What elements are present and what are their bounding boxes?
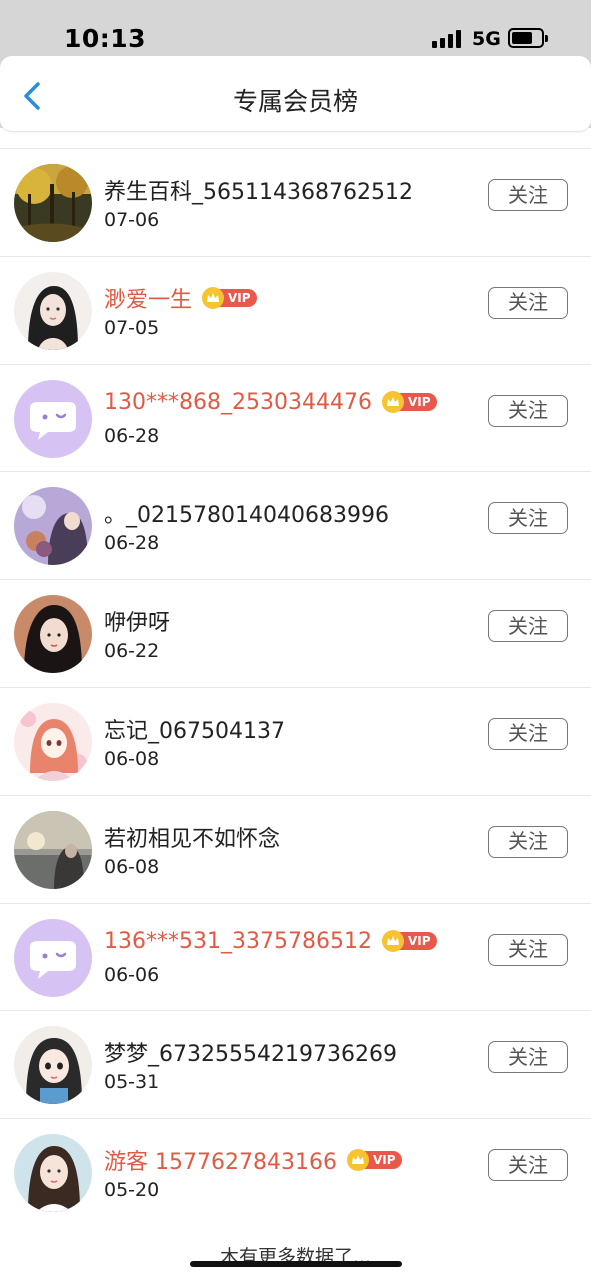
user-name[interactable]: 养生百科_565114368762512 (104, 174, 413, 206)
name-line: 养生百科_565114368762512 (104, 174, 413, 206)
list-item[interactable]: 136***531_3375786512 VIP 06-06 关注 (0, 902, 591, 1011)
user-name[interactable]: 渺爱一生 (104, 282, 192, 314)
member-list[interactable]: 养生百科_565114368762512 07-06 关注 渺爱一生 VIP 07-05 关… (0, 128, 591, 1280)
list-item[interactable]: 养生百科_565114368762512 07-06 关注 (0, 148, 591, 256)
vip-badge: VIP (346, 1149, 402, 1172)
name-line: 130***868_2530344476 VIP (104, 390, 437, 415)
follow-button[interactable]: 关注 (488, 933, 568, 966)
list-item[interactable]: 游客 1577627843166 VIP 05-20 关注 (0, 1118, 591, 1226)
crown-icon (381, 391, 404, 414)
follow-button[interactable]: 关注 (488, 610, 568, 643)
user-name[interactable]: 。_021578014040683996 (104, 497, 389, 529)
avatar[interactable] (14, 918, 92, 997)
status-time: 10:13 (64, 24, 147, 53)
avatar[interactable] (14, 702, 92, 781)
follow-button[interactable]: 关注 (488, 717, 568, 750)
list-item[interactable]: 梦梦_67325554219736269 05-31 关注 (0, 1010, 591, 1118)
follow-button[interactable]: 关注 (488, 394, 568, 427)
name-line: 136***531_3375786512 VIP (104, 929, 437, 954)
follow-button[interactable]: 关注 (488, 1149, 568, 1182)
follow-button[interactable]: 关注 (488, 286, 568, 319)
join-date: 07-06 (104, 209, 160, 231)
avatar[interactable] (14, 810, 92, 889)
join-date: 05-31 (104, 1071, 160, 1094)
follow-button[interactable]: 关注 (488, 1041, 568, 1074)
list-item[interactable]: 若初相见不如怀念 06-08 关注 (0, 794, 591, 903)
user-name[interactable]: 136***531_3375786512 (104, 929, 372, 954)
avatar[interactable] (14, 1134, 92, 1213)
avatar[interactable] (14, 595, 92, 674)
signal-icon (432, 30, 464, 48)
user-name[interactable]: 梦梦_67325554219736269 (104, 1036, 397, 1068)
avatar[interactable] (14, 379, 92, 458)
crown-icon (202, 286, 225, 309)
battery-icon (508, 28, 548, 48)
join-date: 06-22 (104, 640, 160, 663)
user-name[interactable]: 忘记_067504137 (104, 713, 285, 745)
vip-badge: VIP (202, 286, 257, 309)
name-line: 梦梦_67325554219736269 (104, 1036, 397, 1068)
name-line: 渺爱一生 VIP (104, 282, 257, 314)
user-name[interactable]: 游客 1577627843166 (104, 1144, 337, 1176)
list-item[interactable]: 渺爱一生 VIP 07-05 关注 (0, 255, 591, 364)
join-date: 06-06 (104, 963, 160, 986)
avatar[interactable] (14, 271, 92, 350)
list-item[interactable]: 忘记_067504137 06-08 关注 (0, 686, 591, 795)
user-name[interactable]: 咿伊呀 (104, 605, 170, 637)
list-item[interactable]: 130***868_2530344476 VIP 06-28 关注 (0, 363, 591, 472)
network-label: 5G (472, 28, 501, 50)
vip-badge: VIP (381, 391, 437, 414)
user-name[interactable]: 若初相见不如怀念 (104, 821, 280, 853)
join-date: 06-28 (104, 424, 160, 447)
name-line: 若初相见不如怀念 (104, 821, 280, 853)
join-date: 06-08 (104, 855, 160, 878)
avatar[interactable] (14, 487, 92, 566)
list-item[interactable]: 。_021578014040683996 06-28 关注 (0, 471, 591, 579)
join-date: 07-05 (104, 316, 160, 339)
list-item[interactable]: 咿伊呀 06-22 关注 (0, 579, 591, 687)
join-date: 05-20 (104, 1179, 160, 1202)
vip-badge: VIP (381, 930, 437, 953)
user-name[interactable]: 130***868_2530344476 (104, 390, 372, 415)
follow-button[interactable]: 关注 (488, 179, 568, 211)
status-bar: 10:13 5G (0, 0, 591, 64)
nav-bar: 专属会员榜 (0, 56, 591, 132)
follow-button[interactable]: 关注 (488, 502, 568, 535)
follow-button[interactable]: 关注 (488, 825, 568, 858)
join-date: 06-08 (104, 747, 160, 770)
crown-icon (346, 1149, 369, 1172)
avatar[interactable] (14, 1026, 92, 1105)
avatar[interactable] (14, 164, 92, 242)
name-line: 游客 1577627843166 VIP (104, 1144, 402, 1176)
name-line: 忘记_067504137 (104, 713, 285, 745)
home-indicator (190, 1261, 402, 1267)
crown-icon (381, 930, 404, 953)
name-line: 咿伊呀 (104, 605, 170, 637)
join-date: 06-28 (104, 532, 160, 555)
name-line: 。_021578014040683996 (104, 497, 389, 529)
page-title: 专属会员榜 (232, 87, 358, 116)
